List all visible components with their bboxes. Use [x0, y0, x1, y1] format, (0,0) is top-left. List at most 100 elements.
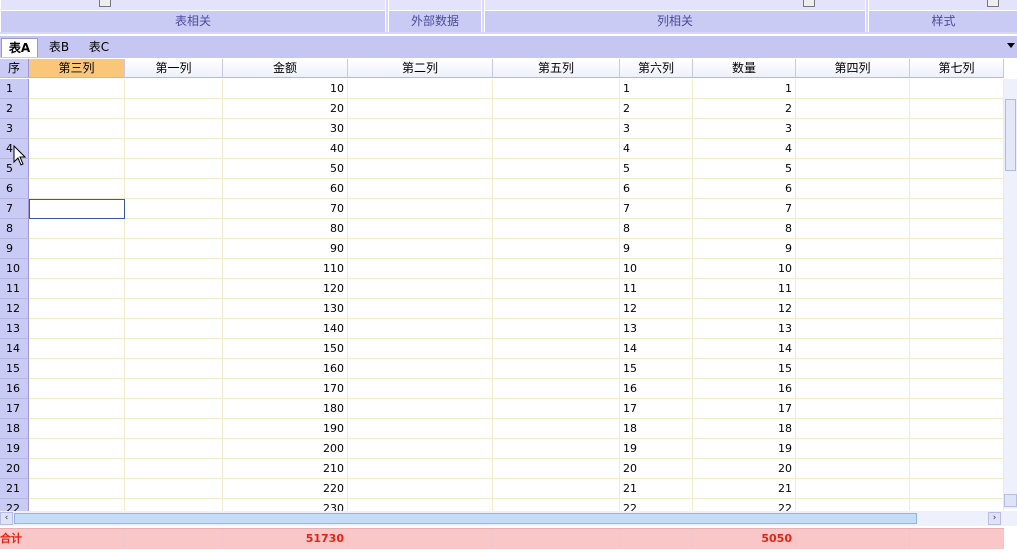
table-cell[interactable]: [493, 339, 620, 359]
table-cell[interactable]: 200: [223, 439, 348, 459]
table-cell[interactable]: [29, 339, 125, 359]
table-cell[interactable]: [348, 379, 493, 399]
column-header[interactable]: 第四列: [796, 59, 910, 78]
table-cell[interactable]: 1: [693, 79, 796, 99]
table-cell[interactable]: [29, 99, 125, 119]
row-number[interactable]: 11: [0, 279, 29, 299]
row-number[interactable]: 7: [0, 199, 29, 219]
table-cell[interactable]: 190: [223, 419, 348, 439]
table-cell[interactable]: [493, 439, 620, 459]
table-cell[interactable]: [348, 399, 493, 419]
table-cell[interactable]: [29, 279, 125, 299]
table-cell[interactable]: [796, 299, 910, 319]
table-cell[interactable]: [796, 279, 910, 299]
table-cell[interactable]: 160: [223, 359, 348, 379]
table-cell[interactable]: 120: [223, 279, 348, 299]
table-cell[interactable]: 5: [693, 159, 796, 179]
table-cell[interactable]: [493, 199, 620, 219]
table-cell[interactable]: [125, 259, 223, 279]
table-cell[interactable]: 20: [620, 459, 693, 479]
table-cell[interactable]: [348, 119, 493, 139]
table-cell[interactable]: 14: [693, 339, 796, 359]
row-number[interactable]: 3: [0, 119, 29, 139]
table-cell[interactable]: [910, 199, 1004, 219]
table-cell[interactable]: 50: [223, 159, 348, 179]
table-cell[interactable]: [493, 499, 620, 511]
row-number[interactable]: 9: [0, 239, 29, 259]
table-cell[interactable]: [493, 99, 620, 119]
table-cell[interactable]: [910, 359, 1004, 379]
tab-sheet-a[interactable]: 表A: [1, 38, 38, 57]
table-cell[interactable]: [29, 419, 125, 439]
scroll-right-icon[interactable]: ›: [988, 512, 1001, 525]
table-cell[interactable]: [910, 159, 1004, 179]
table-cell[interactable]: [493, 379, 620, 399]
column-header[interactable]: 第六列: [620, 59, 693, 78]
table-cell[interactable]: [796, 199, 910, 219]
table-cell[interactable]: [796, 179, 910, 199]
table-cell[interactable]: 6: [620, 179, 693, 199]
table-cell[interactable]: 5: [620, 159, 693, 179]
table-cell[interactable]: [125, 199, 223, 219]
table-cell[interactable]: 10: [620, 259, 693, 279]
table-cell[interactable]: [125, 219, 223, 239]
table-cell[interactable]: [348, 239, 493, 259]
row-number[interactable]: 18: [0, 419, 29, 439]
table-cell[interactable]: 2: [693, 99, 796, 119]
table-cell[interactable]: 14: [620, 339, 693, 359]
table-cell[interactable]: 230: [223, 499, 348, 511]
table-cell[interactable]: [796, 99, 910, 119]
table-cell[interactable]: [796, 219, 910, 239]
row-number[interactable]: 1: [0, 79, 29, 99]
horizontal-scroll-thumb[interactable]: [14, 513, 917, 524]
table-cell[interactable]: 21: [620, 479, 693, 499]
table-cell[interactable]: [796, 379, 910, 399]
table-cell[interactable]: [910, 339, 1004, 359]
table-cell[interactable]: 60: [223, 179, 348, 199]
tab-dropdown-icon[interactable]: [1007, 43, 1015, 48]
table-cell[interactable]: [493, 179, 620, 199]
table-cell[interactable]: 7: [620, 199, 693, 219]
table-cell[interactable]: 12: [620, 299, 693, 319]
table-cell[interactable]: [910, 279, 1004, 299]
table-icon[interactable]: [99, 0, 111, 7]
column-header[interactable]: 数量: [693, 59, 796, 78]
table-cell[interactable]: [493, 119, 620, 139]
table-cell[interactable]: [796, 79, 910, 99]
row-number[interactable]: 21: [0, 479, 29, 499]
table-cell[interactable]: [910, 399, 1004, 419]
table-cell[interactable]: [493, 239, 620, 259]
table-cell[interactable]: [348, 99, 493, 119]
table-cell[interactable]: [348, 359, 493, 379]
table-cell[interactable]: [125, 279, 223, 299]
table-cell[interactable]: [910, 239, 1004, 259]
table-cell[interactable]: [125, 179, 223, 199]
table-cell[interactable]: 30: [223, 119, 348, 139]
table-cell[interactable]: [910, 439, 1004, 459]
table-cell[interactable]: [796, 419, 910, 439]
row-number[interactable]: 2: [0, 99, 29, 119]
table-cell[interactable]: [493, 299, 620, 319]
table-cell[interactable]: [29, 159, 125, 179]
row-number[interactable]: 6: [0, 179, 29, 199]
table-cell[interactable]: 140: [223, 319, 348, 339]
table-cell[interactable]: [493, 419, 620, 439]
table-cell[interactable]: [348, 499, 493, 511]
table-cell[interactable]: 110: [223, 259, 348, 279]
table-cell[interactable]: [796, 159, 910, 179]
table-cell[interactable]: [910, 379, 1004, 399]
table-cell[interactable]: 16: [620, 379, 693, 399]
row-number[interactable]: 8: [0, 219, 29, 239]
table-cell[interactable]: 19: [693, 439, 796, 459]
row-number[interactable]: 14: [0, 339, 29, 359]
table-cell[interactable]: [796, 139, 910, 159]
table-cell[interactable]: [493, 219, 620, 239]
table-cell[interactable]: 3: [620, 119, 693, 139]
table-cell[interactable]: [493, 139, 620, 159]
table-cell[interactable]: 16: [693, 379, 796, 399]
style-icon[interactable]: [987, 0, 999, 7]
table-cell[interactable]: 13: [693, 319, 796, 339]
row-number[interactable]: 17: [0, 399, 29, 419]
table-cell[interactable]: [910, 99, 1004, 119]
column-header[interactable]: 第二列: [348, 59, 493, 78]
